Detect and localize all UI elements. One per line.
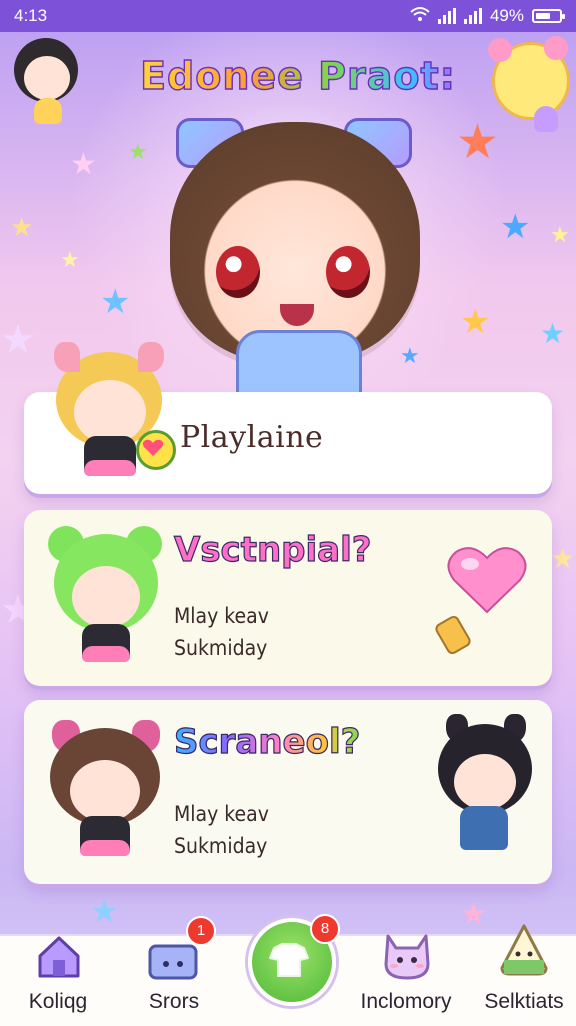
star-icon: ★ (70, 147, 97, 182)
nav-label: Selktiats (484, 990, 564, 1013)
home-icon (34, 932, 84, 986)
card-line: Mlay keav (174, 802, 269, 826)
cat-icon (378, 924, 436, 986)
star-icon: ★ (540, 317, 566, 350)
card-line: Mlay keav (174, 604, 269, 628)
card-character-cat-girl (432, 712, 536, 862)
star-icon: ★ (60, 248, 80, 273)
signal-icon (437, 8, 456, 24)
hero-body (236, 330, 362, 398)
status-bar: 4:13 49% (0, 0, 576, 32)
card-title: Playlaine (180, 420, 324, 455)
star-icon: ★ (500, 207, 531, 247)
app-title: Edonee Praot: (138, 53, 458, 98)
status-time: 4:13 (14, 6, 48, 25)
heart-balloon-icon (442, 540, 532, 620)
hero-eye-left (216, 246, 260, 298)
hero-eye-right (326, 246, 370, 298)
card-character-brown-hair (44, 712, 166, 862)
box-icon (146, 938, 202, 986)
nav-item-stores[interactable]: 1 Srors (126, 916, 222, 1026)
mascot-smiley-ball (486, 34, 574, 134)
star-icon: ★ (550, 542, 576, 575)
card-character-green-hair (48, 520, 164, 670)
star-icon: ★ (400, 344, 420, 369)
card-line: Sukmiday (174, 636, 268, 660)
star-icon: ★ (10, 213, 34, 243)
star-icon: ★ (100, 282, 131, 322)
card-subtitle: Mlay keav Sukmiday (174, 798, 269, 862)
star-icon: ★ (550, 223, 570, 248)
nav-item-home[interactable]: Koliqg (10, 936, 106, 1026)
nav-label: Srors (148, 990, 200, 1013)
notification-badge: 8 (310, 914, 340, 944)
card-title: Scraneol? (173, 721, 361, 762)
nav-item-inventory[interactable]: Inclomory (346, 934, 466, 1026)
onigiri-icon (498, 922, 550, 982)
star-icon: ★ (460, 302, 491, 342)
signal-icon-2 (463, 8, 482, 24)
card-title: Vsctnpial? (173, 529, 372, 570)
center-action-button[interactable]: 8 (248, 914, 340, 1006)
battery-percent: 49% (489, 6, 524, 25)
hero-head (170, 122, 420, 362)
heart-badge-icon (136, 430, 176, 470)
mascot-girl-cat-ears (6, 34, 96, 126)
star-icon: ★ (90, 892, 119, 930)
nav-item-selections[interactable]: Selktiats (474, 924, 574, 1026)
card-line: Sukmiday (174, 834, 268, 858)
star-icon: ★ (0, 317, 36, 363)
star-icon: ★ (460, 897, 487, 932)
wifi-icon (410, 6, 430, 27)
battery-icon (532, 9, 565, 23)
nav-label: Inclomory (360, 990, 452, 1013)
nav-label: Koliqg (28, 990, 88, 1013)
notification-badge: 1 (186, 916, 216, 946)
status-icons: 49% (410, 6, 565, 27)
shirt-icon (268, 940, 310, 984)
card-subtitle: Mlay keav Sukmiday (174, 600, 269, 664)
star-icon: ★ (128, 140, 148, 165)
